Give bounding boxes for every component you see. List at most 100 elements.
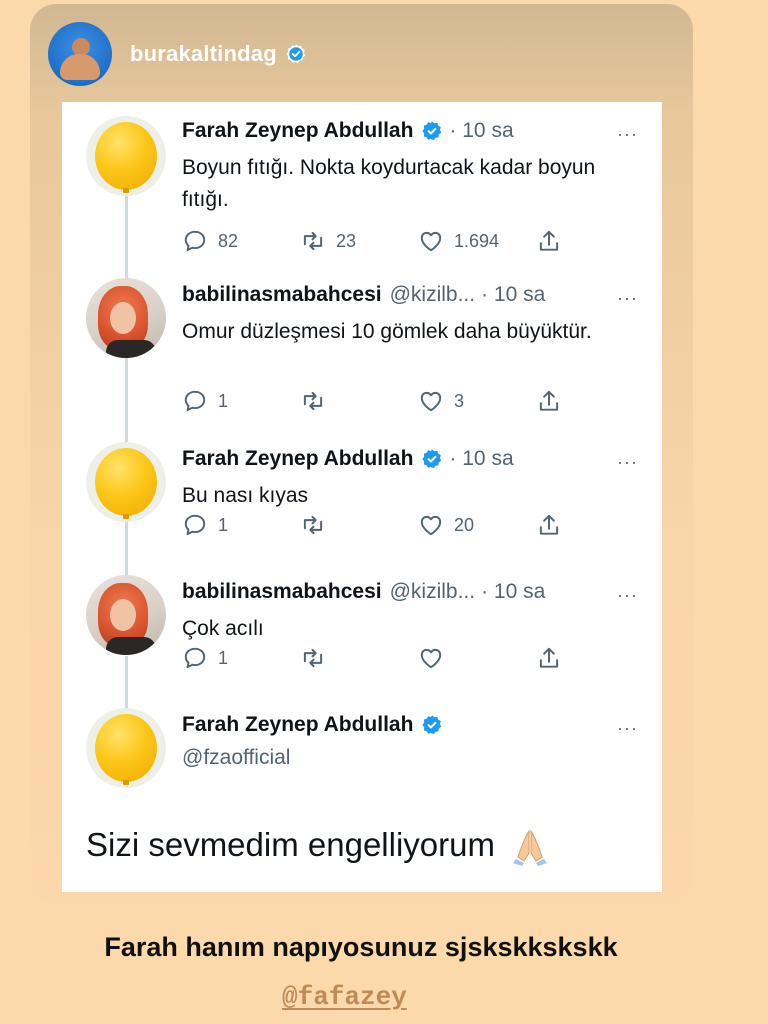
tweet-actions: 1 bbox=[182, 645, 602, 675]
more-options-icon[interactable]: ··· bbox=[617, 452, 638, 473]
tweet[interactable]: Farah Zeynep Abdullah · 10 sa ··· Bu nas… bbox=[62, 436, 662, 566]
verified-badge-icon bbox=[422, 121, 442, 141]
balloon bbox=[95, 122, 157, 190]
balloon-knot bbox=[123, 188, 129, 193]
tweet-header: Farah Zeynep Abdullah ··· bbox=[182, 710, 638, 740]
tweet-actions: 82 23 1.694 bbox=[182, 228, 602, 258]
tweet-text: Çok acılı bbox=[182, 617, 264, 640]
like-button[interactable] bbox=[418, 645, 454, 671]
reply-icon bbox=[184, 514, 206, 536]
avatar-shirt bbox=[106, 637, 156, 655]
reply-icon bbox=[184, 230, 206, 252]
share-icon bbox=[539, 514, 559, 535]
story-header: burakaltindag bbox=[48, 22, 307, 86]
reply-count: 82 bbox=[218, 230, 239, 251]
retweet-button[interactable] bbox=[300, 645, 336, 671]
tweet-thread-panel: Farah Zeynep Abdullah · 10 sa ··· Boyun … bbox=[62, 102, 662, 892]
author-handle[interactable]: @fzaofficial bbox=[182, 746, 290, 770]
retweet-button[interactable]: 23 bbox=[300, 228, 356, 254]
tweet-time[interactable]: · 10 sa bbox=[449, 447, 513, 471]
story-avatar[interactable] bbox=[48, 22, 112, 86]
share-button[interactable] bbox=[536, 388, 562, 414]
retweet-button[interactable] bbox=[300, 512, 336, 538]
like-count: 20 bbox=[454, 514, 475, 535]
story-caption: Farah hanım napıyosunuz sjskskkskskk bbox=[104, 932, 618, 962]
tweet-text-content: Sizi sevmedim engelliyorum bbox=[86, 826, 495, 863]
focused-tweet[interactable]: Farah Zeynep Abdullah ··· @fzaofficial S… bbox=[62, 702, 662, 892]
verified-badge-icon bbox=[286, 44, 306, 64]
reply-button[interactable]: 82 bbox=[182, 228, 238, 254]
retweet-icon bbox=[303, 648, 323, 668]
tweet[interactable]: Farah Zeynep Abdullah · 10 sa ··· Boyun … bbox=[62, 108, 662, 268]
reply-count: 1 bbox=[218, 514, 229, 535]
more-options-icon[interactable]: ··· bbox=[617, 288, 638, 309]
reply-count: 1 bbox=[218, 647, 229, 668]
retweet-icon bbox=[303, 515, 323, 535]
like-count: 3 bbox=[454, 390, 465, 411]
balloon bbox=[95, 714, 157, 782]
avatar-face bbox=[110, 599, 136, 631]
tweet-text: Boyun fıtığı. Nokta koydurtacak kadar bo… bbox=[182, 156, 596, 211]
author-name[interactable]: babilinasmabahcesi bbox=[182, 283, 382, 307]
tweet[interactable]: babilinasmabahcesi @kizilb... · 10 sa ··… bbox=[62, 569, 662, 699]
more-options-icon[interactable]: ··· bbox=[617, 718, 638, 739]
reply-count: 1 bbox=[218, 390, 229, 411]
avatar[interactable] bbox=[86, 442, 166, 522]
retweet-icon bbox=[303, 231, 323, 251]
share-button[interactable] bbox=[536, 228, 562, 254]
avatar-shirt bbox=[106, 340, 156, 358]
more-options-icon[interactable]: ··· bbox=[617, 585, 638, 606]
heart-icon bbox=[420, 391, 442, 412]
avatar[interactable] bbox=[86, 278, 166, 358]
tweet-header: Farah Zeynep Abdullah · 10 sa ··· bbox=[182, 444, 638, 474]
avatar-torso bbox=[60, 54, 100, 80]
heart-icon bbox=[420, 231, 442, 252]
balloon bbox=[95, 448, 157, 516]
tweet-actions: 1 3 bbox=[182, 388, 602, 418]
tweet-text: Sizi sevmedim engelliyorum bbox=[86, 826, 550, 867]
tweet-time[interactable]: · 10 sa bbox=[481, 283, 545, 307]
tweet-time[interactable]: · 10 sa bbox=[449, 119, 513, 143]
share-icon bbox=[539, 647, 559, 668]
retweet-icon bbox=[303, 391, 323, 411]
share-button[interactable] bbox=[536, 645, 562, 671]
tweet-header: babilinasmabahcesi @kizilb... · 10 sa ··… bbox=[182, 577, 638, 607]
like-button[interactable]: 20 bbox=[418, 512, 474, 538]
share-icon bbox=[539, 390, 559, 411]
tweet-text: Bu nası kıyas bbox=[182, 484, 309, 507]
tweet[interactable]: babilinasmabahcesi @kizilb... · 10 sa ··… bbox=[62, 272, 662, 432]
reply-button[interactable]: 1 bbox=[182, 512, 228, 538]
share-button[interactable] bbox=[536, 512, 562, 538]
avatar[interactable] bbox=[86, 708, 166, 788]
reply-icon bbox=[184, 390, 206, 412]
like-button[interactable]: 1.694 bbox=[418, 228, 499, 254]
author-name[interactable]: Farah Zeynep Abdullah bbox=[182, 119, 413, 143]
author-handle[interactable]: @kizilb... bbox=[390, 580, 476, 604]
reply-button[interactable]: 1 bbox=[182, 388, 228, 414]
tweet-time[interactable]: · 10 sa bbox=[481, 580, 545, 604]
author-name[interactable]: Farah Zeynep Abdullah bbox=[182, 713, 413, 737]
reply-button[interactable]: 1 bbox=[182, 645, 228, 671]
story-username[interactable]: burakaltindag bbox=[130, 41, 277, 67]
balloon-knot bbox=[123, 514, 129, 519]
tweet-header: Farah Zeynep Abdullah · 10 sa ··· bbox=[182, 116, 638, 146]
reply-icon bbox=[184, 647, 206, 669]
retweet-button[interactable] bbox=[300, 388, 336, 414]
author-name[interactable]: Farah Zeynep Abdullah bbox=[182, 447, 413, 471]
author-handle[interactable]: @kizilb... bbox=[390, 283, 476, 307]
like-button[interactable]: 3 bbox=[418, 388, 464, 414]
avatar-face bbox=[110, 302, 136, 334]
avatar[interactable] bbox=[86, 116, 166, 196]
author-name[interactable]: babilinasmabahcesi bbox=[182, 580, 382, 604]
mention-link[interactable]: @fafazey bbox=[282, 982, 407, 1012]
retweet-count: 23 bbox=[336, 230, 357, 251]
tweet-actions: 1 20 bbox=[182, 512, 602, 542]
heart-icon bbox=[420, 648, 442, 669]
verified-badge-icon bbox=[422, 715, 442, 735]
balloon-knot bbox=[123, 780, 129, 785]
share-icon bbox=[539, 230, 559, 251]
more-options-icon[interactable]: ··· bbox=[617, 124, 638, 145]
heart-icon bbox=[420, 515, 442, 536]
like-count: 1.694 bbox=[454, 230, 500, 251]
avatar[interactable] bbox=[86, 575, 166, 655]
